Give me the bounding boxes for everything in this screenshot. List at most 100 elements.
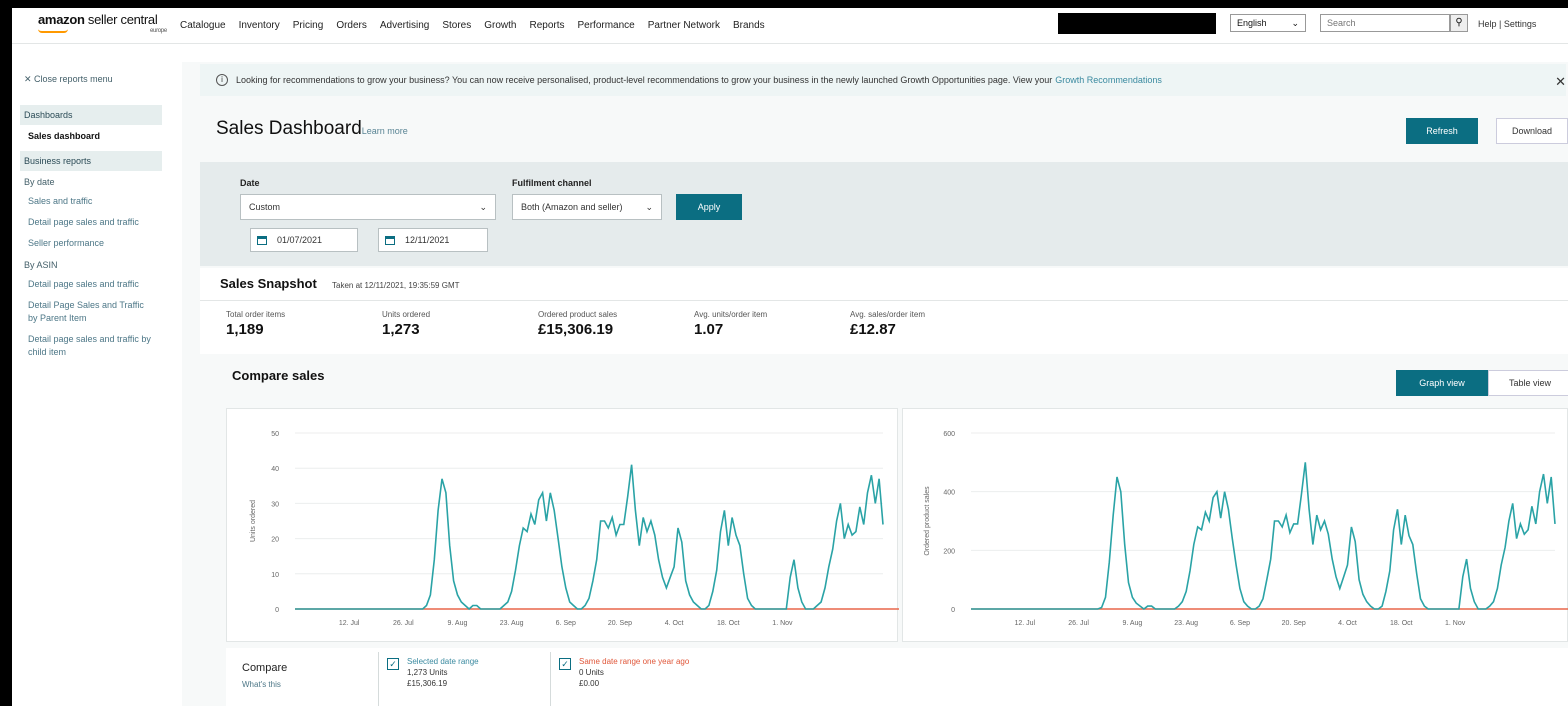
amazon-smile-icon — [38, 29, 68, 33]
x-tick-label: 1. Nov — [772, 620, 793, 627]
redacted-account-name — [1058, 13, 1216, 34]
series-line-selected-range — [971, 462, 1556, 611]
sidebar-item-parent-item[interactable]: Detail Page Sales and Traffic by Parent … — [20, 295, 162, 329]
nav-partner-network[interactable]: Partner Network — [648, 20, 720, 31]
close-icon[interactable]: ✕ — [1555, 74, 1566, 90]
seller-central-logo[interactable]: amazon seller central europe — [38, 12, 167, 34]
y-tick-label: 20 — [271, 537, 279, 544]
y-tick-label: 40 — [271, 466, 279, 473]
search-icon[interactable]: ⚲ — [1450, 14, 1468, 32]
y-tick-label: 30 — [271, 501, 279, 508]
y-tick-label: 400 — [943, 490, 955, 497]
snapshot-timestamp: Taken at 12/11/2021, 19:35:59 GMT — [332, 281, 460, 290]
checkbox-year-ago-range[interactable]: ✓ — [559, 658, 571, 670]
start-date-field[interactable]: 01/07/2021 — [250, 228, 358, 252]
sidebar-header-business-reports: Business reports — [20, 151, 162, 171]
info-icon: i — [216, 74, 228, 86]
language-select[interactable]: English ⌄ — [1230, 14, 1306, 32]
x-tick-label: 18. Oct — [1390, 620, 1413, 627]
logo-product: seller central — [87, 12, 158, 27]
metric-total-order-items: Total order items 1,189 — [226, 310, 286, 338]
compare-sales-section: Compare sales Graph view Table view 0 10 2… — [200, 358, 1568, 706]
sidebar-header-dashboards: Dashboards — [20, 105, 162, 125]
compare-legend: Compare What's this ✓ Selected date rang… — [226, 648, 1568, 706]
x-tick-label: 9. Aug — [1122, 620, 1142, 627]
growth-recommendations-link[interactable]: Growth Recommendations — [1055, 75, 1162, 85]
sidebar-item-seller-performance[interactable]: Seller performance — [20, 233, 162, 254]
top-nav: amazon seller central europe Catalogue I… — [12, 8, 1568, 44]
graph-view-button[interactable]: Graph view — [1396, 370, 1488, 396]
x-tick-label: 23. Aug — [1174, 620, 1198, 627]
banner-text: Looking for recommendations to grow your… — [236, 75, 1053, 85]
filter-panel: Date Custom ⌄ 01/07/2021 12/11/2021 Fulf… — [200, 162, 1568, 266]
nav-links: Catalogue Inventory Pricing Orders Adver… — [180, 20, 765, 31]
metric-avg-units: Avg. units/order item 1.07 — [694, 310, 768, 338]
close-icon: ✕ — [24, 74, 35, 84]
apply-button[interactable]: Apply — [676, 194, 742, 220]
help-settings-links[interactable]: Help | Settings — [1478, 19, 1536, 29]
search-input[interactable] — [1320, 14, 1450, 32]
sidebar-group-by-asin: By ASIN — [24, 260, 58, 270]
nav-brands[interactable]: Brands — [733, 20, 765, 31]
recommendation-banner: i Looking for recommendations to grow yo… — [200, 64, 1566, 96]
date-select[interactable]: Custom ⌄ — [240, 194, 496, 220]
learn-more-link[interactable]: Learn more — [362, 126, 408, 136]
nav-pricing[interactable]: Pricing — [293, 20, 324, 31]
x-tick-label: 4. Oct — [665, 620, 684, 627]
series-line-selected-range — [295, 464, 884, 611]
channel-select[interactable]: Both (Amazon and seller) ⌄ — [512, 194, 662, 220]
nav-stores[interactable]: Stores — [442, 20, 471, 31]
nav-growth[interactable]: Growth — [484, 20, 516, 31]
y-tick-label: 10 — [271, 572, 279, 579]
sidebar-item-child-item[interactable]: Detail page sales and traffic by child i… — [20, 329, 162, 363]
sales-snapshot: Sales Snapshot Taken at 12/11/2021, 19:3… — [200, 268, 1568, 354]
language-value: English — [1237, 18, 1267, 28]
legend-year-ago-range: ✓ Same date range one year ago 0 Units £… — [550, 652, 740, 706]
x-tick-label: 26. Jul — [1068, 620, 1089, 627]
sidebar-item-sales-dashboard[interactable]: Sales dashboard — [20, 125, 162, 147]
sidebar-item-sales-traffic[interactable]: Sales and traffic — [20, 191, 162, 212]
compare-label: Compare — [242, 662, 288, 674]
page-title: Sales DashboardLearn more — [216, 118, 408, 139]
sidebar-item-detail-page-date[interactable]: Detail page sales and traffic — [20, 212, 162, 233]
x-tick-label: 6. Sep — [556, 620, 576, 627]
nav-reports[interactable]: Reports — [529, 20, 564, 31]
units-ordered-chart-svg: 0 10 20 30 40 50 Units ordered 12. Jul 26. Jul 9.… — [250, 431, 899, 627]
ordered-product-sales-chart: 0 200 400 600 Ordered product sales 12. Jul 26… — [902, 408, 1568, 642]
calendar-icon — [257, 235, 267, 245]
sidebar-item-detail-page-asin[interactable]: Detail page sales and traffic — [20, 274, 162, 295]
close-reports-menu[interactable]: ✕ Close reports menu — [20, 70, 162, 101]
metric-avg-sales: Avg. sales/order item £12.87 — [850, 310, 925, 338]
legend-selected-range: ✓ Selected date range 1,273 Units £15,30… — [378, 652, 550, 706]
checkbox-selected-range[interactable]: ✓ — [387, 658, 399, 670]
end-date-field[interactable]: 12/11/2021 — [378, 228, 488, 252]
date-label: Date — [240, 178, 260, 188]
y-tick-label: 0 — [275, 607, 279, 614]
chevron-down-icon: ⌄ — [645, 201, 653, 212]
compare-sales-title: Compare sales — [232, 368, 325, 383]
x-tick-label: 18. Oct — [717, 620, 740, 627]
logo-brand: amazon — [38, 12, 85, 27]
y-tick-label: 0 — [951, 607, 955, 614]
table-view-button[interactable]: Table view — [1488, 370, 1568, 396]
x-tick-label: 26. Jul — [393, 620, 414, 627]
x-tick-label: 6. Sep — [1230, 620, 1250, 627]
y-axis-label: Units ordered — [250, 500, 257, 542]
ordered-product-sales-chart-svg: 0 200 400 600 Ordered product sales 12. Jul 26… — [924, 431, 1568, 627]
download-button[interactable]: Download — [1496, 118, 1568, 144]
logo-region: europe — [150, 28, 167, 34]
channel-select-value: Both (Amazon and seller) — [521, 202, 623, 212]
x-tick-label: 23. Aug — [500, 620, 524, 627]
nav-inventory[interactable]: Inventory — [239, 20, 280, 31]
metric-ordered-product-sales: Ordered product sales £15,306.19 — [538, 310, 618, 338]
x-tick-label: 9. Aug — [448, 620, 468, 627]
nav-orders[interactable]: Orders — [336, 20, 367, 31]
nav-catalogue[interactable]: Catalogue — [180, 20, 226, 31]
whats-this-link[interactable]: What's this — [242, 680, 281, 689]
refresh-button[interactable]: Refresh — [1406, 118, 1478, 144]
nav-performance[interactable]: Performance — [578, 20, 635, 31]
x-tick-label: 12. Jul — [339, 620, 360, 627]
main-content: i Looking for recommendations to grow yo… — [182, 62, 1568, 706]
chevron-down-icon: ⌄ — [479, 201, 487, 212]
nav-advertising[interactable]: Advertising — [380, 20, 429, 31]
